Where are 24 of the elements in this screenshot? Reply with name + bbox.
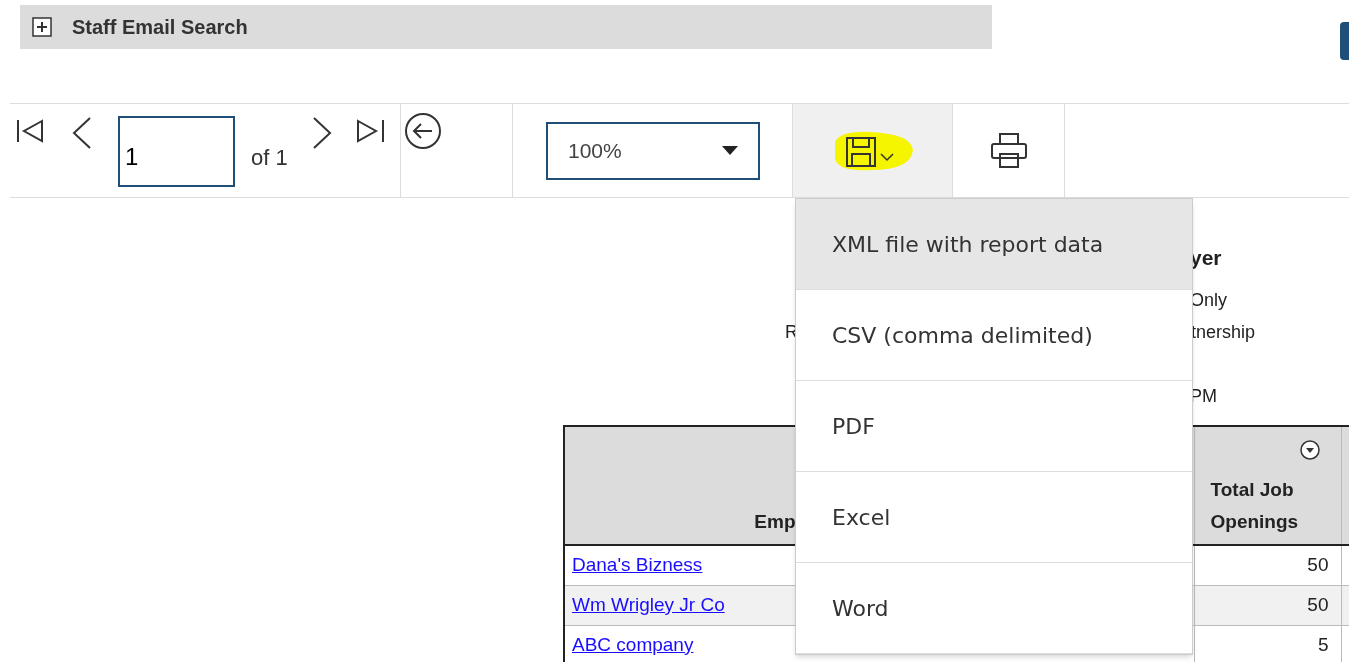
employer-link[interactable]: ABC company [572, 633, 694, 655]
first-page-icon[interactable] [16, 118, 46, 144]
section-title: Staff Email Search [72, 15, 248, 40]
employer-link[interactable]: Wm Wrigley Jr Co [572, 593, 725, 615]
export-menu-item[interactable]: PDF [796, 381, 1192, 472]
plus-icon[interactable] [32, 17, 52, 37]
export-button[interactable] [793, 104, 953, 197]
caret-icon [722, 146, 738, 155]
export-menu-item[interactable]: CSV (comma delimited) [796, 290, 1192, 381]
table-cell: 5 [1194, 625, 1341, 662]
export-menu-item[interactable]: Word [796, 563, 1192, 654]
print-icon[interactable] [988, 131, 1029, 170]
sort-icon[interactable] [1298, 439, 1321, 461]
table-cell: 50 [1194, 545, 1341, 585]
report-subtitle: tnership [1191, 320, 1256, 344]
page-count-label: of 1 [251, 144, 288, 172]
section-header[interactable]: Staff Email Search [20, 5, 992, 49]
export-menu-item[interactable]: XML file with report data [796, 199, 1192, 290]
page-number-field[interactable]: 1 [118, 116, 235, 187]
export-menu-item[interactable]: Excel [796, 472, 1192, 563]
zoom-dropdown[interactable]: 100% [546, 121, 760, 180]
employer-link[interactable]: Dana's Bizness [572, 554, 703, 575]
table-cell: 50 [1194, 585, 1341, 625]
table-header: Total Job Openings [1194, 426, 1341, 545]
